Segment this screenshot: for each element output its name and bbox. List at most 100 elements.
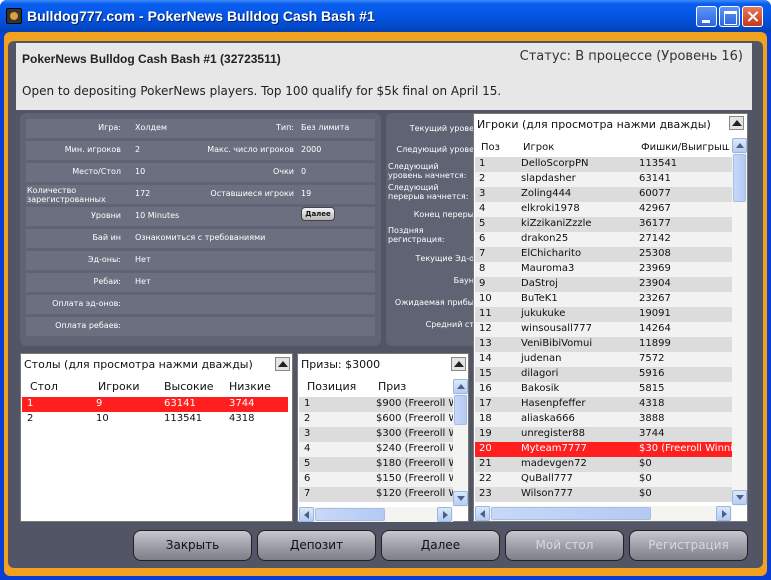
scroll-thumb[interactable] xyxy=(454,395,467,425)
player-cell: 4318 xyxy=(639,398,665,409)
player-row[interactable]: 19 unregister88 3744 xyxy=(475,427,732,442)
players-horizontal-scrollbar[interactable] xyxy=(475,506,732,521)
scroll-left-icon[interactable] xyxy=(299,507,314,522)
player-row[interactable]: 5 kiZzikaniZzzle 36177 xyxy=(475,217,732,232)
player-cell: 3888 xyxy=(639,413,665,424)
player-cell: 13 xyxy=(479,338,492,349)
player-row[interactable]: 22 QuBall777 $0 xyxy=(475,472,732,487)
prize-row[interactable]: 1 $900 (Freeroll W xyxy=(299,397,453,412)
column-header[interactable]: Игрок xyxy=(523,142,554,153)
prize-row[interactable]: 5 $180 (Freeroll W xyxy=(299,457,453,472)
register-button[interactable]: Регистрация xyxy=(629,530,748,561)
scroll-down-icon[interactable] xyxy=(453,491,468,506)
player-cell: Myteam7777 xyxy=(521,443,587,454)
prizes-horizontal-scrollbar[interactable] xyxy=(299,507,453,522)
player-cell: ElChicharito xyxy=(521,248,582,259)
info-row: Оплата ребаев: xyxy=(26,317,375,336)
player-cell: 8 xyxy=(479,263,486,274)
levels-more-button[interactable]: Далее xyxy=(301,207,335,221)
player-row[interactable]: 16 Bakosik 5815 xyxy=(475,382,732,397)
prizes-vertical-scrollbar[interactable] xyxy=(453,379,468,507)
bounty-label: Баун xyxy=(453,276,474,285)
player-row[interactable]: 11 jukukuke 19091 xyxy=(475,307,732,322)
next-button[interactable]: Далее xyxy=(381,530,500,561)
player-row[interactable]: 2 slapdasher 63141 xyxy=(475,172,732,187)
player-row[interactable]: 6 drakon25 27142 xyxy=(475,232,732,247)
player-row[interactable]: 13 VeniBibiVomui 11899 xyxy=(475,337,732,352)
type-value: Без лимита xyxy=(301,123,350,132)
prize-cell: 6 xyxy=(304,473,311,484)
scroll-up-icon[interactable] xyxy=(453,379,468,394)
players-vertical-scrollbar[interactable] xyxy=(732,138,747,506)
prize-row[interactable]: 3 $300 (Freeroll W xyxy=(299,427,453,442)
rebuy-payment-label: Оплата ребаев: xyxy=(55,321,121,330)
my-table-button[interactable]: Мой стол xyxy=(505,530,624,561)
column-header[interactable]: Позиция xyxy=(307,380,356,393)
scroll-up-icon[interactable] xyxy=(732,138,747,153)
close-window-button[interactable] xyxy=(742,6,763,27)
title-bar[interactable]: Bulldog777.com - PokerNews Bulldog Cash … xyxy=(0,0,771,32)
column-header[interactable]: Фишки/Выигрыш xyxy=(641,142,729,153)
scroll-left-icon[interactable] xyxy=(475,506,490,521)
prize-cell: $150 (Freeroll W xyxy=(376,473,453,484)
collapse-arrow-icon[interactable] xyxy=(451,357,466,371)
player-row[interactable]: 18 aliaska666 3888 xyxy=(475,412,732,427)
player-row[interactable]: 4 elkroki1978 42967 xyxy=(475,202,732,217)
prize-row[interactable]: 4 $240 (Freeroll W xyxy=(299,442,453,457)
prize-row[interactable]: 2 $600 (Freeroll W xyxy=(299,412,453,427)
table-row[interactable]: 2 10 113541 4318 xyxy=(22,412,288,427)
player-row[interactable]: 1 DelloScorpPN 113541 xyxy=(475,157,732,172)
maximize-button[interactable] xyxy=(719,6,740,27)
column-header[interactable]: Высокие xyxy=(164,380,214,393)
collapse-arrow-icon[interactable] xyxy=(275,357,290,371)
players-pane-title: Игроки (для просмотра нажми дважды) xyxy=(477,118,711,131)
prize-row[interactable]: 7 $120 (Freeroll W xyxy=(299,487,453,502)
player-row[interactable]: 8 Mauroma3 23969 xyxy=(475,262,732,277)
scroll-thumb[interactable] xyxy=(491,507,651,520)
player-row[interactable]: 14 judenan 7572 xyxy=(475,352,732,367)
level-info-panel: Текущий урове Следующий урове Следующий … xyxy=(386,113,474,346)
player-cell: $30 (Freeroll Winnin xyxy=(639,443,732,454)
game-value: Холдем xyxy=(135,123,167,132)
player-cell: 12 xyxy=(479,323,492,334)
player-row[interactable]: 17 Hasenpfeffer 4318 xyxy=(475,397,732,412)
column-header[interactable]: Низкие xyxy=(229,380,271,393)
buyin-label: Бай ин xyxy=(92,233,121,242)
tournament-info-panel: Игра: Холдем Тип: Без лимита Мин. игроко… xyxy=(20,113,381,346)
table-row[interactable]: 1 9 63141 3744 xyxy=(22,397,288,412)
player-row[interactable]: 3 Zoling444 60077 xyxy=(475,187,732,202)
scroll-thumb[interactable] xyxy=(315,508,385,521)
player-cell: 16 xyxy=(479,383,492,394)
player-row[interactable]: 7 ElChicharito 25308 xyxy=(475,247,732,262)
player-cell: 7572 xyxy=(639,353,665,364)
deposit-button[interactable]: Депозит xyxy=(257,530,376,561)
player-row[interactable]: 15 dilagori 5916 xyxy=(475,367,732,382)
player-cell: 11 xyxy=(479,308,492,319)
column-header[interactable]: Приз xyxy=(378,380,406,393)
player-cell: 20 xyxy=(479,443,492,454)
player-row[interactable]: 23 Wilson777 $0 xyxy=(475,487,732,502)
max-players-label: Макс. число игроков xyxy=(207,145,294,154)
player-row[interactable]: 21 madevgen72 $0 xyxy=(475,457,732,472)
player-row[interactable]: 12 winsousall777 14264 xyxy=(475,322,732,337)
scroll-thumb[interactable] xyxy=(733,154,746,202)
collapse-arrow-icon[interactable] xyxy=(729,116,744,130)
column-header[interactable]: Стол xyxy=(30,380,58,393)
player-row[interactable]: 9 DaStroj 23904 xyxy=(475,277,732,292)
levels-label: Уровни xyxy=(91,211,121,220)
player-cell: 4 xyxy=(479,203,486,214)
average-stack-label: Средний ст xyxy=(425,320,474,329)
player-row[interactable]: 20 Myteam7777 $30 (Freeroll Winnin xyxy=(475,442,732,457)
column-header[interactable]: Поз xyxy=(481,142,500,153)
minimize-button[interactable] xyxy=(696,6,717,27)
column-header[interactable]: Игроки xyxy=(98,380,140,393)
scroll-down-icon[interactable] xyxy=(732,490,747,505)
player-cell: 6 xyxy=(479,233,486,244)
player-cell: VeniBibiVomui xyxy=(521,338,593,349)
scroll-right-icon[interactable] xyxy=(716,506,731,521)
scroll-right-icon[interactable] xyxy=(437,507,452,522)
buyin-requirements-link[interactable]: Ознакомиться с требованиями xyxy=(135,233,265,242)
prize-row[interactable]: 6 $150 (Freeroll W xyxy=(299,472,453,487)
player-row[interactable]: 10 BuTeK1 23267 xyxy=(475,292,732,307)
close-button[interactable]: Закрыть xyxy=(133,530,252,561)
